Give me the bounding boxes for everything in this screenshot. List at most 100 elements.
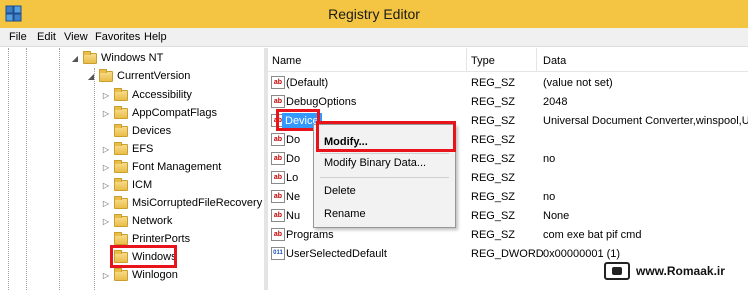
tree-node-label: MsiCorruptedFileRecovery xyxy=(132,197,263,209)
value-name: Ne xyxy=(286,191,301,203)
menu-bar: File Edit View Favorites Help xyxy=(0,28,748,47)
expand-icon[interactable]: ▷ xyxy=(101,91,111,100)
table-row[interactable]: ab DebugOptions REG_SZ 2048 xyxy=(268,93,748,112)
folder-icon xyxy=(114,195,128,209)
tree-node-currentversion[interactable]: ◢ CurrentVersion xyxy=(86,67,190,85)
value-data: 0x00000001 (1) xyxy=(543,248,621,260)
value-name: Lo xyxy=(286,172,299,184)
string-value-icon: ab xyxy=(271,95,285,108)
menu-view[interactable]: View xyxy=(64,31,88,43)
string-value-icon: ab xyxy=(271,152,285,165)
list-header: Name Type Data xyxy=(268,48,748,72)
value-name: Do xyxy=(286,134,301,146)
expand-icon[interactable]: ▷ xyxy=(101,181,111,190)
tree-node-label: Network xyxy=(132,215,173,227)
value-name: DebugOptions xyxy=(286,96,357,108)
table-row[interactable]: ab Programs REG_SZ com exe bat pif cmd xyxy=(268,226,748,245)
menu-help[interactable]: Help xyxy=(144,31,167,43)
tree-node-windows-nt[interactable]: ◢ Windows NT xyxy=(70,49,163,67)
string-value-icon: ab xyxy=(271,209,285,222)
menu-separator xyxy=(320,153,449,154)
tree-node-winlogon[interactable]: ▷ Winlogon xyxy=(101,266,178,284)
column-separator[interactable] xyxy=(536,48,537,72)
folder-icon xyxy=(114,231,128,245)
value-data: no xyxy=(543,191,556,203)
menu-item-delete[interactable]: Delete xyxy=(324,185,356,197)
expand-icon[interactable]: ▷ xyxy=(101,199,111,208)
folder-icon xyxy=(114,87,128,101)
tree-node-appcompatflags[interactable]: ▷ AppCompatFlags xyxy=(101,104,217,122)
expand-icon[interactable]: ▷ xyxy=(101,145,111,154)
menu-edit[interactable]: Edit xyxy=(37,31,56,43)
folder-icon xyxy=(114,159,128,173)
title-bar: Registry Editor xyxy=(0,0,748,28)
tree-guide-line xyxy=(26,48,27,290)
string-value-icon: ab xyxy=(271,133,285,146)
tree-node-label: Accessibility xyxy=(132,89,192,101)
tree-guide-line xyxy=(8,48,9,290)
expand-icon[interactable]: ▷ xyxy=(101,163,111,172)
tree-node-accessibility[interactable]: ▷ Accessibility xyxy=(101,86,192,104)
folder-icon xyxy=(114,177,128,191)
menu-favorites[interactable]: Favorites xyxy=(95,31,140,43)
folder-icon xyxy=(114,213,128,227)
expand-icon[interactable]: ▷ xyxy=(101,271,111,280)
tree-node-label: Font Management xyxy=(132,161,222,173)
menu-separator xyxy=(320,177,449,178)
tree-node-label: Devices xyxy=(132,125,172,137)
column-header-name[interactable]: Name xyxy=(272,55,301,67)
expand-icon[interactable]: ▷ xyxy=(101,109,111,118)
value-type: REG_SZ xyxy=(471,153,516,165)
menu-file[interactable]: File xyxy=(9,31,27,43)
value-name: UserSelectedDefault xyxy=(286,248,387,260)
watermark: www.Romaak.ir xyxy=(604,261,748,281)
value-type: REG_SZ xyxy=(471,210,516,222)
value-name: Programs xyxy=(286,229,334,241)
tree-node-font-management[interactable]: ▷ Font Management xyxy=(101,158,221,176)
tree-node-label: Windows NT xyxy=(101,52,164,64)
window-title: Registry Editor xyxy=(328,6,420,22)
tree-node-network[interactable]: ▷ Network xyxy=(101,212,172,230)
value-name: Do xyxy=(286,153,301,165)
folder-icon xyxy=(114,123,128,137)
collapse-icon[interactable]: ◢ xyxy=(70,54,80,63)
value-name: (Default) xyxy=(286,77,329,89)
value-type: REG_SZ xyxy=(471,77,516,89)
string-value-icon: ab xyxy=(271,228,285,241)
highlight-box-modify xyxy=(316,121,456,152)
tree-node-label: ICM xyxy=(132,179,153,191)
tree-node-devices[interactable]: Devices xyxy=(101,122,171,140)
expand-icon[interactable]: ▷ xyxy=(101,217,111,226)
value-type: REG_SZ xyxy=(471,96,516,108)
tree-node-efs[interactable]: ▷ EFS xyxy=(101,140,153,158)
watermark-text: www.Romaak.ir xyxy=(636,264,725,278)
value-type: REG_SZ xyxy=(471,229,516,241)
tree-node-msicorruptedfilerecovery[interactable]: ▷ MsiCorruptedFileRecovery xyxy=(101,194,262,212)
highlight-box-windows xyxy=(110,245,177,268)
folder-icon xyxy=(114,105,128,119)
column-header-data[interactable]: Data xyxy=(543,55,566,67)
registry-tree[interactable]: ◢ Windows NT ◢ CurrentVersion ▷ Accessib… xyxy=(0,48,264,290)
string-value-icon: ab xyxy=(271,76,285,89)
collapse-icon[interactable]: ◢ xyxy=(86,72,96,81)
folder-icon xyxy=(114,141,128,155)
value-data: (value not set) xyxy=(543,77,613,89)
value-name: Nu xyxy=(286,210,301,222)
value-type: REG_DWORD xyxy=(471,248,544,260)
tree-node-icm[interactable]: ▷ ICM xyxy=(101,176,152,194)
tree-node-label: EFS xyxy=(132,143,154,155)
table-row[interactable]: ab (Default) REG_SZ (value not set) xyxy=(268,74,748,93)
value-type: REG_SZ xyxy=(471,191,516,203)
menu-item-rename[interactable]: Rename xyxy=(324,208,366,220)
menu-item-modify-binary[interactable]: Modify Binary Data... xyxy=(324,157,426,169)
string-value-icon: ab xyxy=(271,190,285,203)
binary-value-icon: 011 xyxy=(271,247,285,260)
value-type: REG_SZ xyxy=(471,134,516,146)
value-data: com exe bat pif cmd xyxy=(543,229,642,241)
tree-node-label: CurrentVersion xyxy=(117,70,191,82)
value-data: no xyxy=(543,153,556,165)
column-separator[interactable] xyxy=(466,48,467,72)
string-value-icon: ab xyxy=(271,171,285,184)
column-header-type[interactable]: Type xyxy=(471,55,495,67)
value-data: 2048 xyxy=(543,96,568,108)
